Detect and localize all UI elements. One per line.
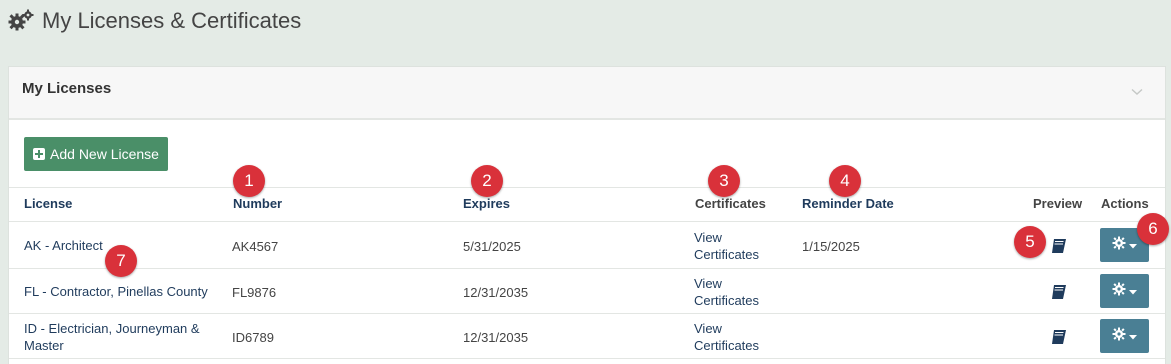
annotation-badge: 1 — [233, 165, 265, 197]
reminder-date: 1/15/2025 — [802, 239, 860, 254]
license-number: FL9876 — [232, 285, 277, 300]
plus-square-icon — [33, 148, 46, 160]
divider — [9, 187, 1165, 188]
page-title: My Licenses & Certificates — [42, 8, 302, 33]
caret-down-icon — [1129, 327, 1137, 345]
view-certificates-link[interactable]: View Certificates — [694, 229, 759, 263]
annotation-badge: 2 — [471, 165, 503, 197]
gear-icon — [1112, 327, 1126, 346]
add-new-license-button[interactable]: Add New License — [24, 137, 168, 171]
column-header-preview: Preview — [1033, 196, 1083, 211]
divider — [9, 358, 1165, 359]
panel-header[interactable]: My Licenses — [9, 67, 1165, 120]
licenses-panel: My Licenses Add New License License Numb… — [8, 66, 1166, 364]
license-link[interactable]: FL - Contractor, Pinellas County — [24, 283, 208, 300]
caret-down-icon — [1129, 236, 1137, 254]
expires-date: 5/31/2025 — [463, 239, 521, 254]
expires-date: 12/31/2035 — [463, 285, 529, 300]
column-header-actions: Actions — [1101, 196, 1149, 211]
add-new-license-label: Add New License — [50, 146, 159, 162]
view-certificates-link[interactable]: View Certificates — [694, 275, 759, 309]
license-link-line1: ID - Electrician, Journeyman & — [24, 321, 200, 336]
gear-icon — [1112, 282, 1126, 301]
annotation-badge: 5 — [1014, 226, 1046, 258]
license-link[interactable]: AK - Architect — [24, 237, 103, 254]
license-number: ID6789 — [232, 330, 274, 345]
divider — [9, 221, 1165, 222]
view-certificates-line2: Certificates — [694, 247, 760, 262]
gears-icon — [8, 9, 34, 33]
annotation-badge: 4 — [829, 165, 861, 197]
license-link-line2: Master — [24, 338, 64, 353]
view-certificates-line1: View — [694, 230, 722, 245]
panel-title: My Licenses — [22, 80, 112, 97]
book-icon[interactable] — [1050, 238, 1068, 254]
view-certificates-line1: View — [694, 321, 722, 336]
view-certificates-line1: View — [694, 276, 722, 291]
annotation-badge: 6 — [1137, 213, 1169, 245]
row-actions-button[interactable] — [1100, 319, 1149, 353]
column-header-certificates: Certificates — [695, 196, 766, 211]
license-number: AK4567 — [232, 239, 279, 254]
view-certificates-line2: Certificates — [694, 338, 760, 353]
caret-down-icon — [1129, 282, 1137, 300]
column-header-reminder-date[interactable]: Reminder Date — [802, 196, 894, 211]
row-actions-button[interactable] — [1100, 274, 1149, 308]
book-icon[interactable] — [1050, 329, 1068, 345]
column-header-expires[interactable]: Expires — [463, 196, 510, 211]
column-header-number[interactable]: Number — [233, 196, 282, 211]
annotation-badge: 3 — [708, 165, 740, 197]
view-certificates-line2: Certificates — [694, 293, 760, 308]
annotation-badge: 7 — [105, 245, 137, 277]
book-icon[interactable] — [1050, 284, 1068, 300]
divider — [9, 313, 1165, 314]
page-header: My Licenses & Certificates — [8, 6, 301, 36]
view-certificates-link[interactable]: View Certificates — [694, 320, 759, 354]
divider — [9, 268, 1165, 269]
column-header-license[interactable]: License — [24, 196, 72, 211]
license-link[interactable]: ID - Electrician, Journeyman & Master — [24, 320, 200, 354]
chevron-down-icon[interactable] — [1131, 83, 1143, 101]
expires-date: 12/31/2035 — [463, 330, 529, 345]
gear-icon — [1112, 236, 1126, 255]
